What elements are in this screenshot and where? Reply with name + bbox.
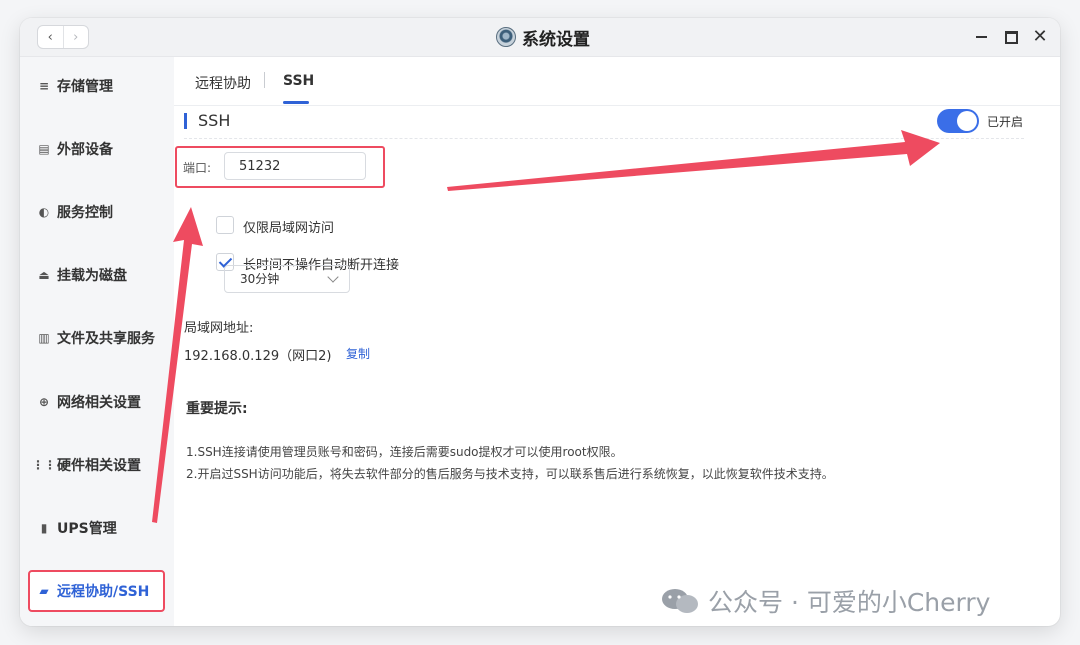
- watermark-text: 公众号 · 可爱的小Cherry: [708, 588, 991, 617]
- arrow-to-port: [152, 207, 203, 523]
- wechat-icon: [662, 589, 698, 613]
- annotation-arrows: [152, 130, 940, 523]
- arrow-to-toggle: [447, 130, 940, 191]
- watermark: 公众号 · 可爱的小Cherry: [660, 583, 990, 619]
